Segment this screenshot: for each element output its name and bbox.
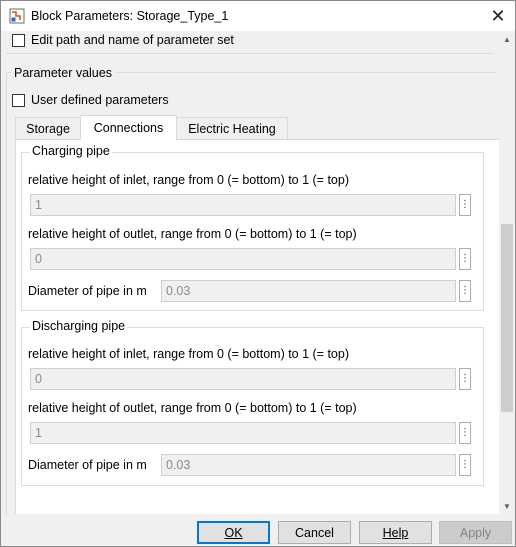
ok-button[interactable]: OK [197, 521, 270, 544]
close-button[interactable]: ✕ [481, 1, 515, 31]
discharging-diameter-field[interactable]: 0.03 [161, 454, 456, 476]
ok-button-label: OK [224, 525, 243, 540]
title-bar: Block Parameters: Storage_Type_1 ✕ [1, 1, 515, 31]
vertical-dots-icon: ⋮ [460, 285, 470, 296]
vertical-dots-icon: ⋮ [460, 373, 470, 384]
charging-diameter-label: Diameter of pipe in m [28, 284, 147, 298]
scroll-up-arrow-icon[interactable]: ▲ [499, 31, 515, 47]
help-button[interactable]: Help [359, 521, 432, 544]
scroll-down-arrow-icon[interactable]: ▼ [499, 498, 515, 514]
tab-connections[interactable]: Connections [80, 115, 177, 140]
discharging-inlet-menu-button[interactable]: ⋮ [459, 368, 471, 390]
edit-path-label: Edit path and name of parameter set [31, 33, 234, 47]
vertical-dots-icon: ⋮ [460, 459, 470, 470]
vertical-dots-icon: ⋮ [460, 427, 470, 438]
discharging-inlet-label: relative height of inlet, range from 0 (… [28, 347, 349, 361]
discharging-pipe-title: Discharging pipe [30, 319, 128, 333]
charging-outlet-field[interactable]: 0 [30, 248, 456, 270]
discharging-outlet-label: relative height of outlet, range from 0 … [28, 401, 357, 415]
button-bar: OK Cancel Help Apply [1, 514, 515, 546]
discharging-diameter-label: Diameter of pipe in m [28, 458, 147, 472]
charging-inlet-field[interactable]: 1 [30, 194, 456, 216]
divider [6, 53, 494, 54]
tab-storage-label: Storage [26, 122, 70, 136]
help-button-label: Help [382, 525, 409, 540]
discharging-inlet-field[interactable]: 0 [30, 368, 456, 390]
charging-diameter-field[interactable]: 0.03 [161, 280, 456, 302]
vertical-dots-icon: ⋮ [460, 253, 470, 264]
cancel-button[interactable]: Cancel [278, 521, 351, 544]
parameter-values-title: Parameter values [11, 66, 115, 80]
charging-outlet-label: relative height of outlet, range from 0 … [28, 227, 357, 241]
tab-connections-label: Connections [93, 121, 164, 135]
connections-panel: Charging pipe relative height of inlet, … [15, 139, 499, 514]
apply-button-label: Apply [459, 525, 492, 540]
charging-inlet-label: relative height of inlet, range from 0 (… [28, 173, 349, 187]
vertical-scrollbar[interactable]: ▲ ▼ [499, 31, 515, 514]
charging-outlet-menu-button[interactable]: ⋮ [459, 248, 471, 270]
tab-storage[interactable]: Storage [15, 117, 81, 140]
user-defined-label: User defined parameters [31, 93, 169, 107]
charging-pipe-title: Charging pipe [30, 144, 112, 158]
block-parameters-dialog: Block Parameters: Storage_Type_1 ✕ Edit … [0, 0, 516, 547]
vertical-dots-icon: ⋮ [460, 199, 470, 210]
discharging-outlet-menu-button[interactable]: ⋮ [459, 422, 471, 444]
apply-button[interactable]: Apply [439, 521, 512, 544]
discharging-diameter-menu-button[interactable]: ⋮ [459, 454, 471, 476]
user-defined-checkbox[interactable] [12, 94, 25, 107]
scrollbar-thumb[interactable] [501, 224, 513, 412]
discharging-outlet-field[interactable]: 1 [30, 422, 456, 444]
edit-path-checkbox[interactable] [12, 34, 25, 47]
cancel-button-label: Cancel [295, 525, 334, 540]
simulink-block-icon [9, 8, 25, 24]
window-title: Block Parameters: Storage_Type_1 [31, 9, 229, 23]
tab-electric-heating-label: Electric Heating [188, 122, 276, 136]
dialog-content: Edit path and name of parameter set Para… [1, 31, 499, 514]
charging-diameter-menu-button[interactable]: ⋮ [459, 280, 471, 302]
close-icon: ✕ [490, 5, 506, 26]
tab-electric-heating[interactable]: Electric Heating [176, 117, 288, 140]
charging-inlet-menu-button[interactable]: ⋮ [459, 194, 471, 216]
